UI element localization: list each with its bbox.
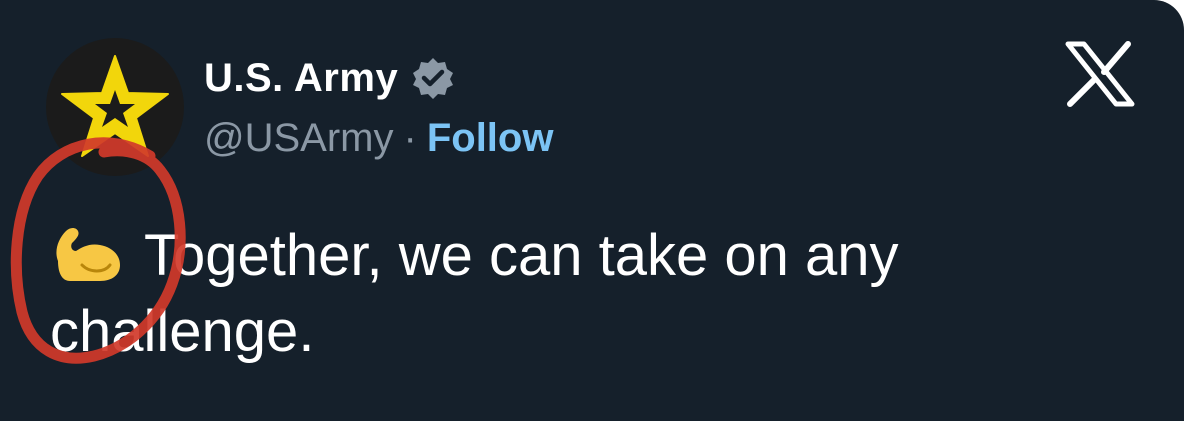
handle-row: @USArmy · Follow: [204, 112, 553, 164]
tweet-text-block: Together, we can take on any challenge.: [50, 218, 1090, 370]
follow-button[interactable]: Follow: [427, 116, 554, 161]
tweet-text: Together, we can take on any challenge.: [50, 223, 899, 364]
handle[interactable]: @USArmy: [204, 116, 394, 161]
verified-badge-icon: [413, 58, 454, 99]
avatar[interactable]: [46, 38, 184, 176]
separator-dot: ·: [403, 115, 417, 160]
flexed-biceps-icon: [56, 228, 120, 281]
display-name[interactable]: U.S. Army: [204, 56, 398, 101]
army-star-logo: [61, 55, 169, 157]
x-logo-icon[interactable]: [1064, 38, 1136, 110]
display-name-row: U.S. Army: [204, 52, 456, 104]
tweet-card: U.S. Army @USArmy · Follow Together, we …: [0, 0, 1184, 421]
